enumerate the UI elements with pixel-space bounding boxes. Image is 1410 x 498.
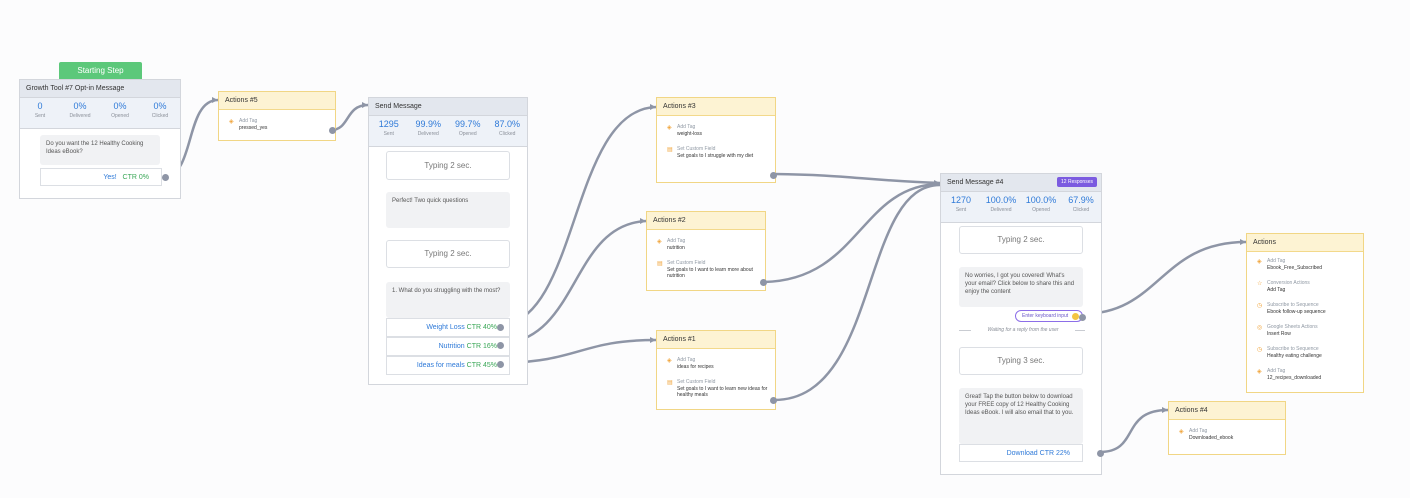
weight-loss-button[interactable]: Weight Loss CTR 40%: [386, 318, 510, 337]
edge-actions3-to-send4: [773, 172, 941, 185]
stats-bar: 0 Sent 0% Delivered 0% Opened 0% Clicked: [20, 98, 180, 129]
tag-icon: ◈: [1179, 429, 1184, 435]
send-message-4-node[interactable]: Send Message #4 12 Responses 1270 Sent 10…: [940, 173, 1104, 475]
action-row: ◷ Subscribe to Sequence Ebook follow-up se…: [1257, 302, 1326, 315]
actions-5-node[interactable]: Actions #5 ◈ Add Tag pressed_yes: [218, 91, 336, 141]
tag-icon: ◈: [667, 358, 672, 364]
output-port[interactable]: [1079, 314, 1086, 321]
sequence-icon: ◷: [1257, 347, 1263, 353]
message-text: Great! Tap the button below to download …: [959, 388, 1083, 444]
node-title: Actions #5: [219, 92, 335, 110]
tag-icon: ◈: [667, 125, 672, 131]
output-port[interactable]: [162, 174, 169, 181]
edge-actions1-to-send4: [773, 183, 941, 402]
action-row: ☆ Conversion Actions Add Tag: [1257, 280, 1310, 293]
typing-indicator: Typing 3 sec.: [959, 347, 1083, 375]
ideas-for-meals-button[interactable]: Ideas for meals CTR 45%: [386, 356, 510, 375]
action-row: ◈ Add Tag ideas for recipes: [667, 357, 714, 370]
actions-node[interactable]: Actions ◈ Add Tag Ebook_Free_Subscribed ☆ C…: [1246, 233, 1364, 393]
output-port[interactable]: [329, 127, 336, 134]
action-row: ◈ Add Tag weight-loss: [667, 124, 703, 137]
message-text: Do you want the 12 Healthy Cooking Ideas…: [40, 135, 160, 165]
typing-indicator: Typing 2 sec.: [959, 226, 1083, 254]
keyboard-input-button[interactable]: Enter keyboard input: [1015, 310, 1084, 322]
action-row: ◈ Add Tag 12_recipes_downloaded: [1257, 368, 1322, 381]
action-row: ▤ Set Custom Field Set goals to I want to …: [657, 260, 753, 279]
node-title: Actions: [1247, 234, 1363, 252]
edge-keyboard-to-actions: [1081, 240, 1247, 316]
actions-3-node[interactable]: Actions #3 ◈ Add Tag weight-loss ▤ Set Cust…: [656, 97, 777, 183]
conversion-icon: ☆: [1257, 281, 1263, 287]
question-text: 1. What do you struggling with the most?: [386, 282, 510, 318]
tag-icon: ◈: [1257, 369, 1262, 375]
typing-indicator: Typing 2 sec.: [386, 240, 510, 268]
message-text: Perfect! Two quick questions: [386, 192, 510, 228]
starting-step-badge: Starting Step: [59, 62, 142, 79]
nutrition-button[interactable]: Nutrition CTR 16%: [386, 337, 510, 356]
sequence-icon: ◷: [1257, 303, 1263, 309]
tag-icon: ◈: [1257, 259, 1262, 265]
output-port[interactable]: [1097, 450, 1104, 457]
sheets-icon: ◎: [1257, 325, 1263, 331]
responses-badge[interactable]: 12 Responses: [1057, 177, 1097, 187]
yes-button[interactable]: Yes! CTR 0%: [40, 168, 162, 186]
action-row: ◈ Add Tag Downloaded_ebook: [1179, 428, 1234, 441]
actions-1-node[interactable]: Actions #1 ◈ Add Tag ideas for recipes ▤ Se…: [656, 330, 777, 410]
growth-tool-node[interactable]: Growth Tool #7 Opt-in Message 0 Sent 0% De…: [19, 79, 181, 199]
node-title: Actions #1: [657, 331, 775, 349]
node-title: Send Message: [369, 98, 527, 116]
waiting-text: Waiting for a reply from the user: [971, 327, 1075, 333]
output-port[interactable]: [770, 172, 777, 179]
field-icon: ▤: [667, 147, 673, 153]
node-title: Actions #4: [1169, 402, 1285, 420]
tag-icon: ◈: [229, 119, 234, 125]
action-row: ▤ Set Custom Field Set goals to I want to …: [667, 379, 768, 398]
actions-4-node[interactable]: Actions #4 ◈ Add Tag Downloaded_ebook: [1168, 401, 1286, 455]
action-row: ◎ Google Sheets Actions Insert Row: [1257, 324, 1318, 337]
actions-2-node[interactable]: Actions #2 ◈ Add Tag nutrition ▤ Set Custom…: [646, 211, 767, 291]
output-port[interactable]: [497, 342, 504, 349]
node-title: Actions #2: [647, 212, 765, 230]
node-title: Growth Tool #7 Opt-in Message: [20, 80, 180, 98]
action-row: ▤ Set Custom Field Set goals to I struggle…: [667, 146, 754, 159]
output-port[interactable]: [497, 324, 504, 331]
stats-bar: 1295 Sent 99.9% Delivered 99.7% Opened 87.0…: [369, 116, 527, 147]
output-port[interactable]: [760, 279, 767, 286]
output-port[interactable]: [770, 397, 777, 404]
field-icon: ▤: [657, 261, 663, 267]
edge-actions2-to-send4: [763, 182, 941, 284]
action-row: ◈ Add Tag Ebook_Free_Subscribed: [1257, 258, 1323, 271]
edge-actions5-to-send: [330, 103, 369, 132]
edge-download-to-actions4: [1099, 408, 1169, 454]
download-button[interactable]: Download CTR 22%: [959, 444, 1083, 462]
tag-icon: ◈: [657, 239, 662, 245]
message-text: No worries, I got you covered! What's yo…: [959, 267, 1083, 307]
send-message-node[interactable]: Send Message 1295 Sent 99.9% Delivered 99.…: [368, 97, 528, 385]
node-title: Actions #3: [657, 98, 775, 116]
field-icon: ▤: [667, 380, 673, 386]
action-row: ◈ Add Tag pressed_yes: [229, 118, 268, 131]
action-row: ◷ Subscribe to Sequence Healthy eating cha…: [1257, 346, 1322, 359]
typing-indicator: Typing 2 sec.: [386, 151, 510, 180]
action-row: ◈ Add Tag nutrition: [657, 238, 686, 251]
output-port[interactable]: [497, 361, 504, 368]
stats-bar: 1270 Sent 100.0% Delivered 100.0% Opened 67…: [941, 192, 1101, 223]
